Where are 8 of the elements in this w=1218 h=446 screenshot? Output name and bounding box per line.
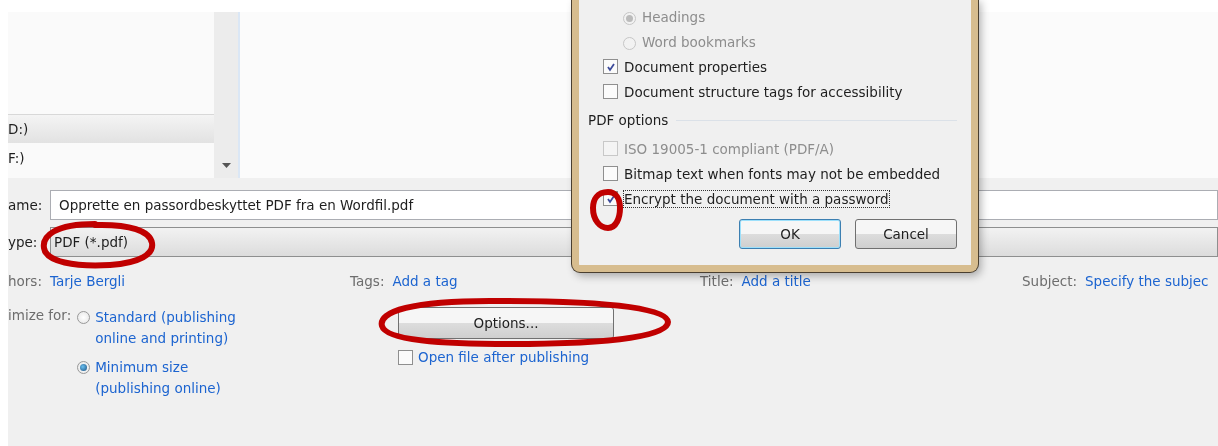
optimize-label: imize for: <box>8 307 72 325</box>
field-label: ype: <box>8 234 39 250</box>
meta-label: Title: <box>700 273 734 289</box>
meta-label: Tags: <box>350 273 385 289</box>
meta-label: hors: <box>8 273 42 289</box>
section-header: PDF options <box>588 112 669 128</box>
meta-label: Subject: <box>1022 273 1077 289</box>
field-label: ame: <box>8 197 44 213</box>
